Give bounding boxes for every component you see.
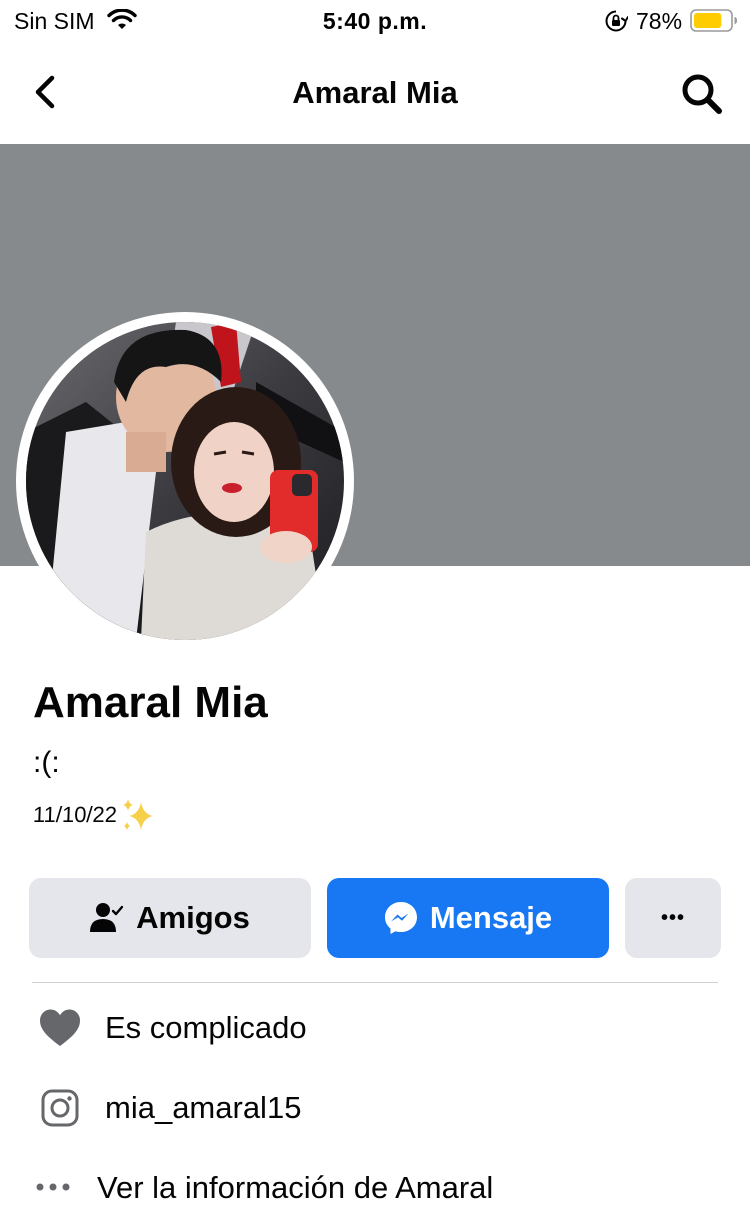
battery-icon	[690, 9, 737, 32]
friends-label: Amigos	[136, 900, 250, 935]
instagram-row[interactable]: mia_amaral15	[0, 1078, 750, 1138]
about-row[interactable]: Ver la información de Amaral	[0, 1158, 750, 1218]
profile-photo-image	[26, 322, 344, 640]
relationship-status: Es complicado	[105, 1010, 307, 1045]
instagram-username[interactable]: mia_amaral15	[105, 1090, 301, 1126]
see-about-info-link[interactable]: Ver la información de Amaral	[97, 1170, 493, 1206]
messenger-icon	[384, 902, 417, 934]
sparkles-icon	[123, 799, 154, 830]
relationship-row: Es complicado	[0, 998, 750, 1058]
bio-date: 11/10/22	[32, 801, 118, 827]
heart-icon	[40, 1009, 80, 1046]
search-icon[interactable]	[680, 72, 724, 116]
more-icon: •••	[660, 906, 685, 929]
status-bar: Sin SIM 5:40 p.m. 78%	[0, 0, 750, 42]
divider	[32, 982, 718, 983]
navigation-bar: Amaral Mia	[0, 42, 750, 144]
friends-check-icon	[90, 903, 124, 932]
profile-name: Amaral Mia	[33, 678, 268, 727]
profile-picture[interactable]	[26, 322, 344, 640]
battery-percent: 78%	[636, 8, 683, 34]
more-options-button[interactable]: •••	[625, 878, 721, 958]
instagram-icon	[41, 1089, 79, 1127]
orientation-lock-icon	[605, 10, 628, 32]
page-title: Amaral Mia	[292, 75, 458, 110]
friends-button[interactable]: Amigos	[29, 878, 311, 958]
more-dots-icon	[36, 1183, 70, 1191]
message-button[interactable]: Mensaje	[327, 878, 609, 958]
bio-text: :(:	[33, 746, 60, 779]
bio-date-line: 11/10/22	[33, 796, 159, 836]
message-label: Mensaje	[429, 900, 553, 935]
